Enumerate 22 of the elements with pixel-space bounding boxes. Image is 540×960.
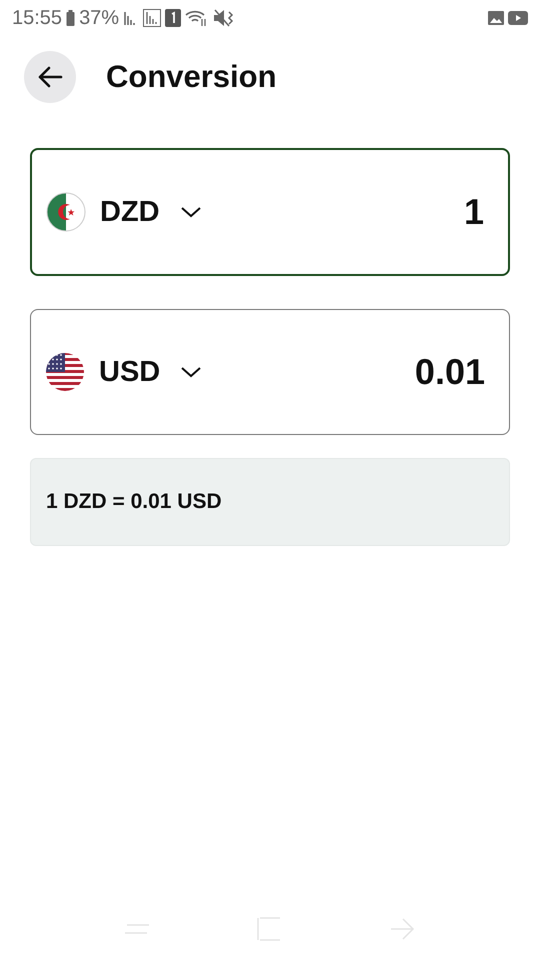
back-button[interactable] [24, 51, 76, 103]
back-arrow-icon [37, 66, 63, 88]
mute-icon [213, 9, 236, 27]
currency-selector[interactable]: DZD [100, 196, 202, 228]
signal-icon [143, 9, 162, 27]
battery-icon [66, 10, 76, 26]
exchange-rate: 1 DZD = 0.01 USD [46, 490, 222, 514]
amount-value: 1 [464, 191, 484, 233]
chevron-down-icon [180, 206, 202, 218]
chevron-down-icon [180, 366, 202, 378]
sim-icon [165, 9, 182, 27]
currency-field[interactable]: DZD 1 [30, 148, 510, 276]
video-icon [508, 11, 528, 25]
flag-icon [45, 352, 85, 392]
page-title: Conversion [106, 59, 277, 95]
currency-selector[interactable]: USD [99, 356, 202, 388]
battery-percent: 37% [79, 6, 120, 30]
amount-value: 0.01 [414, 351, 485, 393]
currency-field[interactable]: USD 0.01 [30, 309, 510, 435]
flag-icon [46, 192, 86, 232]
image-icon [488, 11, 504, 25]
status-time: 15:55 [12, 6, 62, 30]
